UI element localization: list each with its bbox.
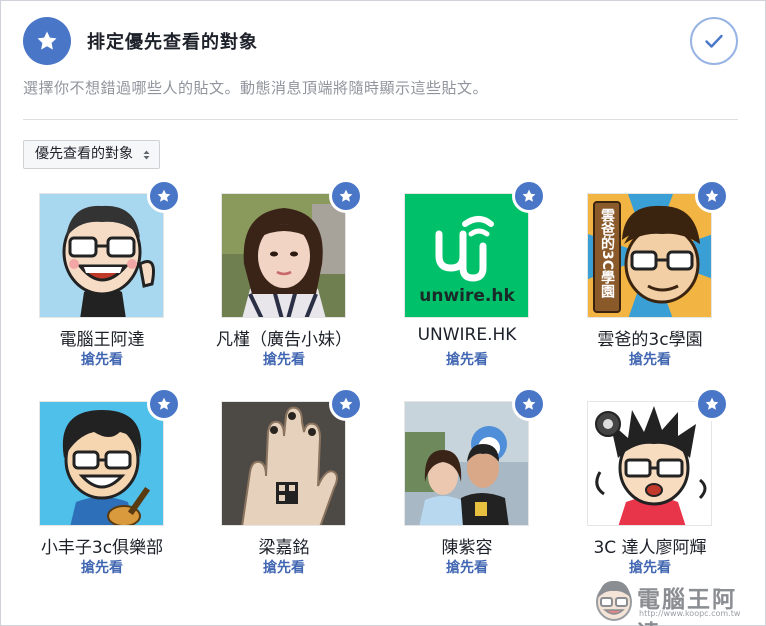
see-first-link[interactable]: 搶先看	[183, 557, 385, 577]
avatar[interactable]	[587, 401, 712, 526]
person-card[interactable]: 3C 達人廖阿輝 搶先看	[549, 387, 731, 601]
see-first-panel: 排定優先查看的對象 選擇你不想錯過哪些人的貼文。動態消息頂端將隨時顯示這些貼文。…	[0, 0, 766, 626]
see-first-star-icon[interactable]	[695, 179, 729, 213]
see-first-star-icon[interactable]	[329, 387, 363, 421]
person-name[interactable]: 3C 達人廖阿輝	[549, 533, 751, 558]
see-first-link[interactable]: 搶先看	[1, 557, 203, 577]
watermark-text: 電腦王阿達	[637, 587, 737, 626]
person-name[interactable]: UNWIRE.HK	[366, 325, 568, 345]
person-name[interactable]: 陳紫容	[366, 533, 568, 558]
watermark-mascot-icon	[596, 580, 632, 621]
avatar[interactable]: 雲爸的3C學園	[587, 193, 712, 318]
see-first-star-icon[interactable]	[512, 179, 546, 213]
watermark: 電腦王阿達 http://www.koopc.com.tw	[593, 576, 761, 626]
header-star-icon	[23, 17, 71, 65]
see-first-star-icon[interactable]	[695, 387, 729, 421]
person-name[interactable]: 小丰子3c俱樂部	[1, 533, 203, 558]
filter-dropdown[interactable]: 優先查看的對象	[23, 140, 160, 169]
person-name[interactable]: 凡槿（廣告小妹）	[183, 325, 385, 350]
person-card[interactable]: 梁嘉銘 搶先看	[183, 387, 365, 601]
description-text: 選擇你不想錯過哪些人的貼文。動態消息頂端將隨時顯示這些貼文。	[23, 79, 489, 97]
see-first-star-icon[interactable]	[147, 387, 181, 421]
person-card[interactable]: 凡槿（廣告小妹） 搶先看	[183, 179, 365, 393]
person-card[interactable]: 雲爸的3C學園 雲爸的3c學園 搶先看	[549, 179, 731, 393]
filter-dropdown-label: 優先查看的對象	[35, 146, 133, 162]
see-first-star-icon[interactable]	[147, 179, 181, 213]
see-first-star-icon[interactable]	[329, 179, 363, 213]
person-name[interactable]: 電腦王阿達	[1, 325, 203, 350]
avatar[interactable]	[221, 401, 346, 526]
person-card[interactable]: 陳紫容 搶先看	[366, 387, 548, 601]
person-card[interactable]: unwire.hk UNWIRE.HK 搶先看	[366, 179, 548, 393]
person-name[interactable]: 雲爸的3c學園	[549, 325, 751, 350]
avatar[interactable]	[404, 401, 529, 526]
person-name[interactable]: 梁嘉銘	[183, 533, 385, 558]
avatar[interactable]	[39, 401, 164, 526]
avatar[interactable]	[221, 193, 346, 318]
watermark-url: http://www.koopc.com.tw	[639, 609, 741, 618]
see-first-link[interactable]: 搶先看	[183, 349, 385, 369]
person-card[interactable]: 小丰子3c俱樂部 搶先看	[1, 387, 183, 601]
see-first-link[interactable]: 搶先看	[549, 557, 751, 577]
yunba-logo-text: 雲爸的3C學園	[599, 207, 616, 299]
avatar[interactable]	[39, 193, 164, 318]
see-first-star-icon[interactable]	[512, 387, 546, 421]
see-first-link[interactable]: 搶先看	[1, 349, 203, 369]
see-first-link[interactable]: 搶先看	[549, 349, 751, 369]
see-first-link[interactable]: 搶先看	[366, 349, 568, 369]
unwire-logo-text: unwire.hk	[419, 286, 515, 306]
checkmark-icon	[705, 34, 723, 48]
avatar[interactable]: unwire.hk	[404, 193, 529, 318]
page-title: 排定優先查看的對象	[87, 32, 258, 53]
sort-caret-icon	[143, 150, 150, 160]
see-first-link[interactable]: 搶先看	[366, 557, 568, 577]
person-card[interactable]: 電腦王阿達 搶先看	[1, 179, 183, 393]
divider	[23, 119, 738, 120]
done-button[interactable]	[690, 17, 738, 65]
